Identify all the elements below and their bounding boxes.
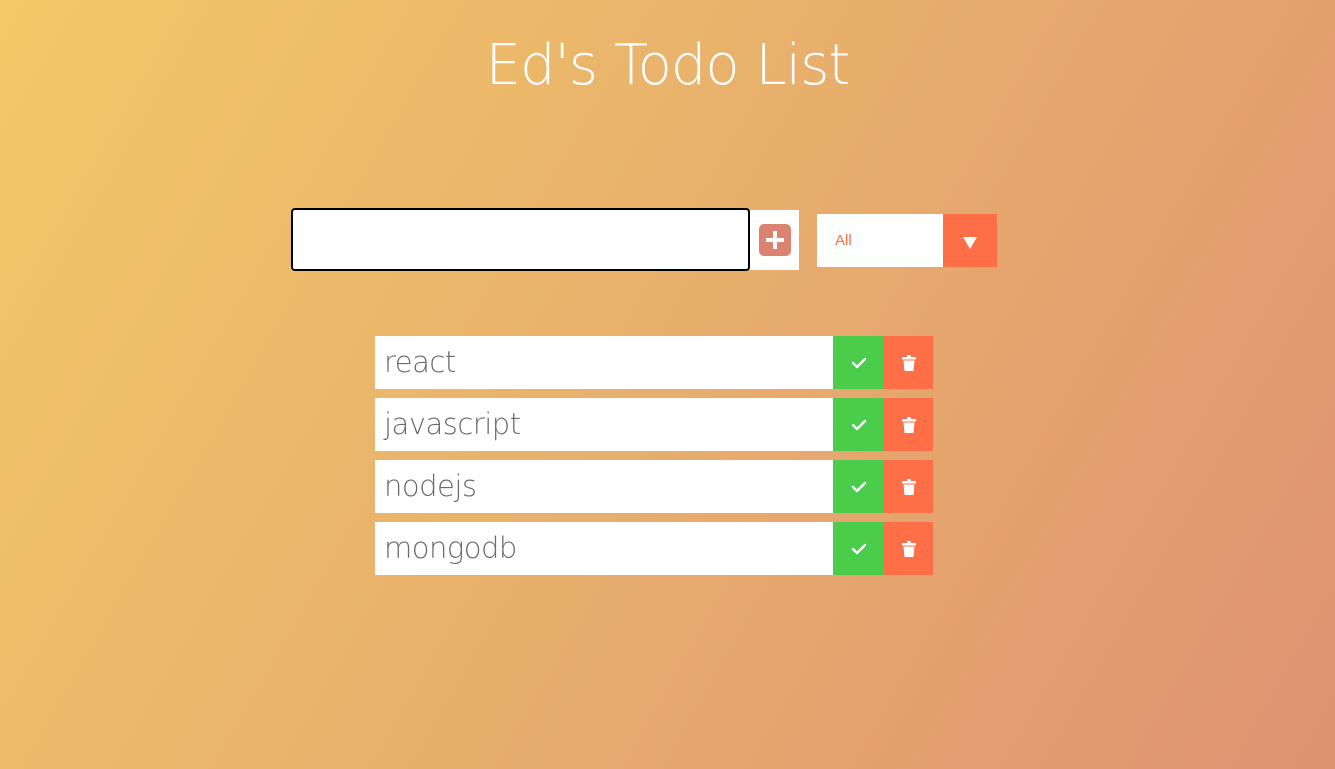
check-icon (851, 481, 866, 492)
todo-item: react (375, 336, 933, 389)
todo-item-text: mongodb (384, 531, 517, 565)
delete-button[interactable] (884, 522, 933, 575)
triangle-down-icon (963, 237, 977, 249)
delete-button[interactable] (884, 460, 933, 513)
trash-icon (901, 478, 916, 495)
filter-selected-value: All (835, 232, 852, 249)
delete-button[interactable] (884, 398, 933, 451)
complete-button[interactable] (833, 522, 884, 575)
add-todo-button[interactable] (750, 210, 799, 270)
check-icon (851, 543, 866, 554)
todo-item: mongodb (375, 522, 933, 575)
todo-list: react javascript nodejs mongodb (375, 336, 933, 584)
todo-item: nodejs (375, 460, 933, 513)
trash-icon (901, 540, 916, 557)
page-title: Ed's Todo List (485, 33, 851, 98)
todo-form: All (291, 208, 1001, 272)
delete-button[interactable] (884, 336, 933, 389)
todo-input[interactable] (291, 208, 750, 271)
todo-item-text: javascript (384, 407, 521, 441)
complete-button[interactable] (833, 460, 884, 513)
todo-item-text: nodejs (384, 469, 477, 503)
trash-icon (901, 416, 916, 433)
filter-select[interactable]: All (817, 214, 997, 267)
check-icon (851, 357, 866, 368)
complete-button[interactable] (833, 398, 884, 451)
complete-button[interactable] (833, 336, 884, 389)
todo-item: javascript (375, 398, 933, 451)
todo-item-text: react (384, 345, 456, 379)
check-icon (851, 419, 866, 430)
plus-square-icon (758, 224, 791, 256)
trash-icon (901, 354, 916, 371)
filter-arrow-button[interactable] (943, 214, 997, 267)
